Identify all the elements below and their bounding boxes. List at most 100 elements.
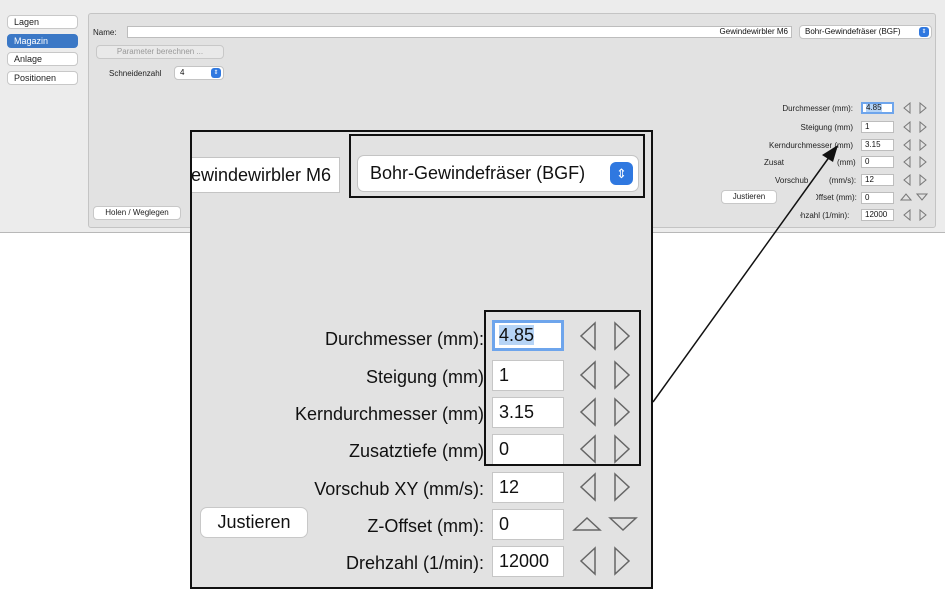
zoom-speed-value: 12000 [499,551,550,571]
name-field-value: Gewindewirbler M6 [719,27,788,36]
speed-label-partial: Drehzahl (1/min): [788,211,850,220]
zoom-z-offset-field[interactable]: 0 [492,509,564,540]
name-label: Name: [93,28,117,37]
zoom-tool-type-value: Bohr-Gewindefräser (BGF) [370,163,586,183]
zoom-z-offset-label: Z-Offset (mm): [367,516,484,536]
extra-depth-label-start: Zusat [764,158,785,167]
diameter-value: 4.85 [866,103,882,112]
extra-depth-field[interactable]: 0 [861,156,894,168]
zoom-increment-speed-icon[interactable] [612,546,632,576]
stage: Lagen Magazin Anlage Positionen Name: Ge… [0,0,945,591]
z-up-icon[interactable] [900,193,912,201]
speed-field[interactable]: 12000 [861,209,894,221]
zoom-extra-depth-value: 0 [499,439,510,459]
adjust-label-small: Justieren [732,192,766,201]
tool-type-value: Bohr-Gewindefräser (BGF) [805,27,901,36]
core-diameter-field[interactable]: 3.15 [861,139,894,151]
feed-field[interactable]: 12 [861,174,894,186]
diameter-field[interactable]: 4.85 [861,102,894,114]
z-offset-field[interactable]: 0 [861,192,894,204]
decrement-core-diameter-icon[interactable] [903,139,911,151]
sidebar-item-label: Anlage [14,54,43,64]
cutting-edges-select[interactable]: 4 ⇕ [174,66,224,80]
zoom-decrement-feed-icon[interactable] [578,472,598,502]
zoom-decrement-diameter-icon[interactable] [578,321,598,351]
core-diameter-label: Kerndurchmesser (mm) [768,141,853,150]
sidebar-item-positionen[interactable]: Positionen [7,71,78,85]
zoom-speed-field[interactable]: 12000 [492,546,564,577]
zoom-diameter-field[interactable]: 4.85 [492,320,564,351]
select-stepper-icon: ⇕ [919,27,929,37]
zoom-core-diameter-value: 3.15 [499,402,535,422]
tool-type-select[interactable]: Bohr-Gewindefräser (BGF) ⇕ [799,25,932,39]
zoom-increment-extra-depth-icon[interactable] [612,434,632,464]
sidebar-item-label: Magazin [14,36,49,46]
decrement-diameter-icon[interactable] [903,102,911,114]
zoom-tool-type-select[interactable]: Bohr-Gewindefräser (BGF) ⇕ [357,155,639,192]
sidebar-item-label: Positionen [14,73,57,83]
zoom-increment-feed-icon[interactable] [612,472,632,502]
increment-speed-icon[interactable] [919,209,927,221]
increment-pitch-icon[interactable] [919,121,927,133]
increment-feed-icon[interactable] [919,174,927,186]
decrement-feed-icon[interactable] [903,174,911,186]
zoom-increment-pitch-icon[interactable] [612,360,632,390]
zoom-speed-label: Drehzahl (1/min): [345,553,484,573]
pitch-field[interactable]: 1 [861,121,894,133]
speed-value: 12000 [865,210,888,219]
zoom-feed-field[interactable]: 12 [492,472,564,503]
zoom-adjust-button[interactable]: Justieren [200,507,308,538]
fetch-store-label: Holen / Weglegen [105,208,169,217]
select-stepper-icon: ⇕ [211,68,221,78]
adjust-button-small[interactable]: Justieren [721,190,777,204]
zoom-name-value: ewindewirbler M6 [191,165,332,185]
zoom-decrement-speed-icon[interactable] [578,546,598,576]
pitch-label: Steigung (mm) [800,123,853,132]
increment-diameter-icon[interactable] [919,102,927,114]
z-offset-label-partial: Z-Offset (mm): [805,193,857,202]
zoom-decrement-extra-depth-icon[interactable] [578,434,598,464]
feed-label-end: (mm/s): [829,176,857,185]
sidebar-item-lagen[interactable]: Lagen [7,15,78,29]
fetch-store-button[interactable]: Holen / Weglegen [93,206,181,220]
zoom-core-diameter-field[interactable]: 3.15 [492,397,564,428]
zoom-extra-depth-field[interactable]: 0 [492,434,564,465]
zoom-z-offset-value: 0 [499,514,510,534]
zoom-z-down-icon[interactable] [608,516,638,532]
increment-extra-depth-icon[interactable] [919,156,927,168]
name-field[interactable]: Gewindewirbler M6 [127,26,792,38]
decrement-extra-depth-icon[interactable] [903,156,911,168]
zoom-adjust-label: Justieren [217,512,291,532]
zoom-pitch-field[interactable]: 1 [492,360,564,391]
zoom-z-up-icon[interactable] [572,516,602,532]
cutting-edges-value: 4 [180,68,185,77]
zoom-decrement-pitch-icon[interactable] [578,360,598,390]
zoom-extra-depth-label: Zusatztiefe (mm) [348,441,484,461]
diameter-label: Durchmesser (mm): [782,104,853,113]
sidebar-item-anlage[interactable]: Anlage [7,52,78,66]
zoom-pitch-value: 1 [499,365,510,385]
compute-parameters-button[interactable]: Parameter berechnen ... [96,45,224,59]
z-down-icon[interactable] [916,193,928,201]
zoom-name-field[interactable]: ewindewirbler M6 [191,157,340,193]
zoom-core-diameter-label: Kerndurchmesser (mm) [294,404,484,424]
extra-depth-label-end: (mm) [837,158,856,167]
increment-core-diameter-icon[interactable] [919,139,927,151]
zoom-diameter-value: 4.85 [499,325,535,345]
z-offset-value: 0 [865,193,870,202]
pitch-value: 1 [865,122,870,131]
feed-label-start: Vorschub [775,176,809,185]
core-diameter-value: 3.15 [865,140,881,149]
zoom-callout: ewindewirbler M6 Bohr-Gewindefräser (BGF… [190,130,653,589]
zoom-decrement-core-diameter-icon[interactable] [578,397,598,427]
decrement-pitch-icon[interactable] [903,121,911,133]
zoom-increment-core-diameter-icon[interactable] [612,397,632,427]
zoom-feed-value: 12 [499,477,520,497]
compute-parameters-label: Parameter berechnen ... [116,47,204,56]
zoom-feed-label: Vorschub XY (mm/s): [314,479,484,499]
feed-value: 12 [865,175,874,184]
cutting-edges-label: Schneidenzahl [109,69,162,78]
decrement-speed-icon[interactable] [903,209,911,221]
sidebar-item-magazin[interactable]: Magazin [7,34,78,48]
zoom-increment-diameter-icon[interactable] [612,321,632,351]
